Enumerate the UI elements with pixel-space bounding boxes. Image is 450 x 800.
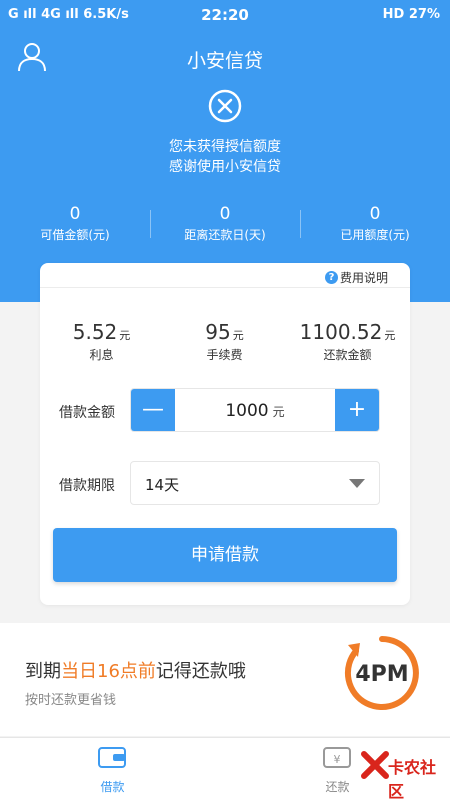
fee-help-label: 费用说明 [339,271,388,285]
increase-button[interactable]: + [335,389,379,431]
reminder-highlight: 当日16点前 [61,661,156,682]
watermark-text: 卡农社区 [388,758,437,800]
app-title: 小安信贷 [186,50,263,72]
tab-label: 借款 [100,780,125,794]
stat-used-amount: 0 已用额度(元) [300,204,450,243]
svg-text:¥: ¥ [334,753,341,766]
stat-label: 距离还款日(天) [184,228,266,242]
term-value: 14天 [145,476,180,494]
question-icon: ? [324,271,338,284]
tab-borrow[interactable]: 借款 [0,738,225,800]
fee-value: 95 [205,320,231,344]
stat-label: 已用额度(元) [340,228,410,242]
decrease-button[interactable]: — [131,389,175,431]
amount-number: 1000 [225,401,269,421]
wallet-icon [98,747,126,768]
stat-days-to-repay: 0 距离还款日(天) [150,204,300,243]
fee-service: 95 元 手续费 [163,320,286,363]
stat-value: 0 [69,204,81,224]
term-select[interactable]: 14天 [130,461,380,505]
fee-label: 利息 [89,348,114,362]
loan-card: ? 费用说明 5.52 元 利息 95 元 手续费 1100.52 元 还款金额 借款… [40,263,410,605]
thanks-message: 感谢使用小安信贷 [169,159,281,175]
stat-value: 0 [369,204,381,224]
term-label: 借款期限 [59,478,115,494]
repay-icon: ¥ [323,747,351,768]
amount-stepper[interactable]: — 1000 元 + [130,388,380,432]
header-panel: 小安信贷 您未获得授信额度 感谢使用小安信贷 0 可借金额(元) 0 距离还款日… [0,30,450,302]
clock-4pm-icon: 4PM [344,636,419,710]
reminder-subtitle: 按时还款更省钱 [25,693,117,708]
fee-unit: 元 [119,329,131,342]
reminder-title: 到期当日16点前记得还款哦 [25,657,246,683]
close-circle-icon [208,89,242,123]
reminder-suffix: 记得还款哦 [155,661,246,682]
fee-unit: 元 [384,329,396,342]
fee-interest: 5.52 元 利息 [40,320,163,363]
amount-value[interactable]: 1000 元 [175,389,335,431]
stat-label: 可借金额(元) [40,228,110,242]
stat-available-amount: 0 可借金额(元) [0,204,150,243]
fee-label: 还款金额 [323,348,372,362]
stat-value: 0 [219,204,231,224]
no-credit-message: 您未获得授信额度 [169,139,281,155]
watermark-logo-icon [361,751,389,779]
clock-text: 4PM [355,662,408,687]
fee-unit: 元 [232,329,244,342]
fee-value: 1100.52 [299,320,383,344]
apply-loan-button[interactable]: 申请借款 [53,528,397,582]
watermark: 卡农社区 [358,740,448,800]
fee-total-repay: 1100.52 元 还款金额 [286,320,409,363]
reminder-prefix: 到期 [25,661,61,682]
battery-status: HD 27% [382,7,440,22]
fee-help-link[interactable]: ? 费用说明 [324,269,388,286]
chevron-down-icon [349,479,365,488]
divider [40,287,410,288]
repay-reminder-banner[interactable]: 到期当日16点前记得还款哦 按时还款更省钱 4PM [0,623,450,736]
status-bar: G ıll 4G ıll 6.5K/s 22:20 HD 27% [0,0,450,30]
fee-label: 手续费 [206,348,243,362]
amount-label: 借款金额 [59,405,115,421]
amount-unit: 元 [272,405,285,419]
fee-value: 5.52 [72,320,118,344]
